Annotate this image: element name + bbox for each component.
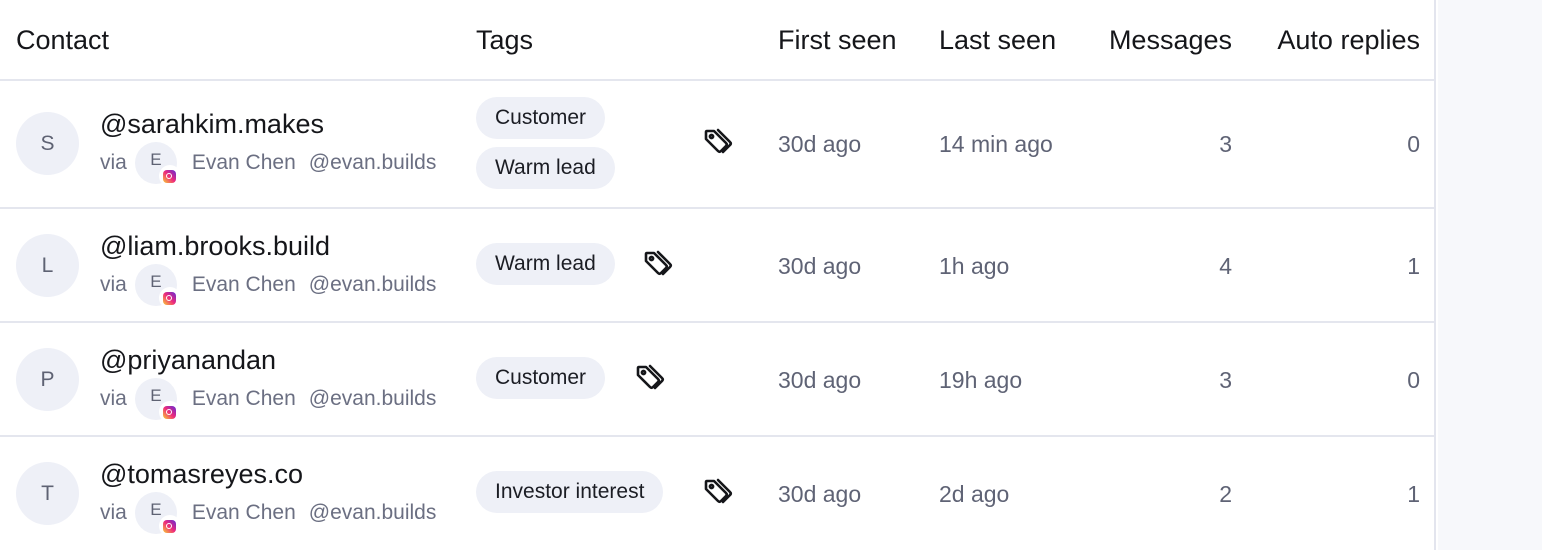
via-account: via E Evan Chen @evan.builds xyxy=(100,142,437,187)
auto-replies-count: 1 xyxy=(1407,253,1420,279)
messages-count: 3 xyxy=(1219,131,1232,157)
tag-icon[interactable] xyxy=(701,126,735,160)
contact-avatar: T xyxy=(16,462,79,525)
contact-handle[interactable]: @liam.brooks.build xyxy=(100,230,330,262)
instagram-icon xyxy=(158,515,181,537)
auto-replies-count: 1 xyxy=(1407,481,1420,507)
column-header-first-seen[interactable]: First seen xyxy=(778,24,897,56)
tag-chip[interactable]: Warm lead xyxy=(476,147,615,189)
tag-icon[interactable] xyxy=(641,248,675,282)
tag-icon[interactable] xyxy=(633,362,667,396)
via-label: via xyxy=(100,501,127,524)
account-avatar: E xyxy=(134,264,181,309)
messages-count: 4 xyxy=(1219,253,1232,279)
first-seen: 30d ago xyxy=(778,253,862,279)
column-header-auto-replies[interactable]: Auto replies xyxy=(1248,24,1420,56)
via-account: via E Evan Chen @evan.builds xyxy=(100,492,437,537)
tag-chip[interactable]: Customer xyxy=(476,97,606,139)
account-name: Evan Chen xyxy=(191,387,296,410)
tag-chip[interactable]: Investor interest xyxy=(476,471,664,513)
last-seen: 19h ago xyxy=(939,367,1023,393)
last-seen: 2d ago xyxy=(939,481,1010,507)
via-label: via xyxy=(100,387,127,410)
contact-handle[interactable]: @priyanandan xyxy=(100,344,276,376)
account-name: Evan Chen xyxy=(191,501,296,524)
column-header-last-seen[interactable]: Last seen xyxy=(939,24,1056,56)
side-panel xyxy=(1438,0,1542,550)
instagram-icon xyxy=(158,401,181,423)
account-handle: @evan.builds xyxy=(308,151,437,174)
last-seen: 1h ago xyxy=(939,253,1010,279)
last-seen: 14 min ago xyxy=(939,131,1053,157)
messages-count: 3 xyxy=(1219,367,1232,393)
account-handle: @evan.builds xyxy=(308,501,437,524)
account-avatar: E xyxy=(134,142,181,187)
contacts-table: Contact Tags First seen Last seen Messag… xyxy=(0,0,1436,550)
tag-chip[interactable]: Warm lead xyxy=(476,243,615,285)
tag-chip[interactable]: Customer xyxy=(476,357,606,399)
table-row[interactable]: L @liam.brooks.build via E Evan Chen @ev… xyxy=(0,209,1434,323)
table-row[interactable]: P @priyanandan via E Evan Chen @evan.bui… xyxy=(0,323,1434,437)
table-row[interactable]: T @tomasreyes.co via E Evan Chen @evan.b… xyxy=(0,437,1434,550)
instagram-icon xyxy=(158,287,181,309)
contact-handle[interactable]: @sarahkim.makes xyxy=(100,108,324,140)
contact-avatar: P xyxy=(16,348,79,411)
account-handle: @evan.builds xyxy=(308,273,437,296)
account-avatar: E xyxy=(134,378,181,423)
via-account: via E Evan Chen @evan.builds xyxy=(100,264,437,309)
first-seen: 30d ago xyxy=(778,481,862,507)
column-header-tags[interactable]: Tags xyxy=(476,24,533,56)
column-header-contact[interactable]: Contact xyxy=(16,24,109,56)
tag-icon[interactable] xyxy=(701,476,735,510)
instagram-icon xyxy=(158,165,181,187)
via-label: via xyxy=(100,273,127,296)
account-name: Evan Chen xyxy=(191,273,296,296)
via-account: via E Evan Chen @evan.builds xyxy=(100,378,437,423)
table-header: Contact Tags First seen Last seen Messag… xyxy=(0,0,1434,81)
messages-count: 2 xyxy=(1219,481,1232,507)
auto-replies-count: 0 xyxy=(1407,367,1420,393)
account-avatar: E xyxy=(134,492,181,537)
contact-handle[interactable]: @tomasreyes.co xyxy=(100,458,303,490)
account-name: Evan Chen xyxy=(191,151,296,174)
auto-replies-count: 0 xyxy=(1407,131,1420,157)
via-label: via xyxy=(100,151,127,174)
contact-avatar: L xyxy=(16,234,79,297)
first-seen: 30d ago xyxy=(778,131,862,157)
first-seen: 30d ago xyxy=(778,367,862,393)
column-header-messages[interactable]: Messages xyxy=(1086,24,1232,56)
account-handle: @evan.builds xyxy=(308,387,437,410)
table-row[interactable]: S @sarahkim.makes via E Evan Chen @evan.… xyxy=(0,81,1434,209)
contact-avatar: S xyxy=(16,112,79,175)
